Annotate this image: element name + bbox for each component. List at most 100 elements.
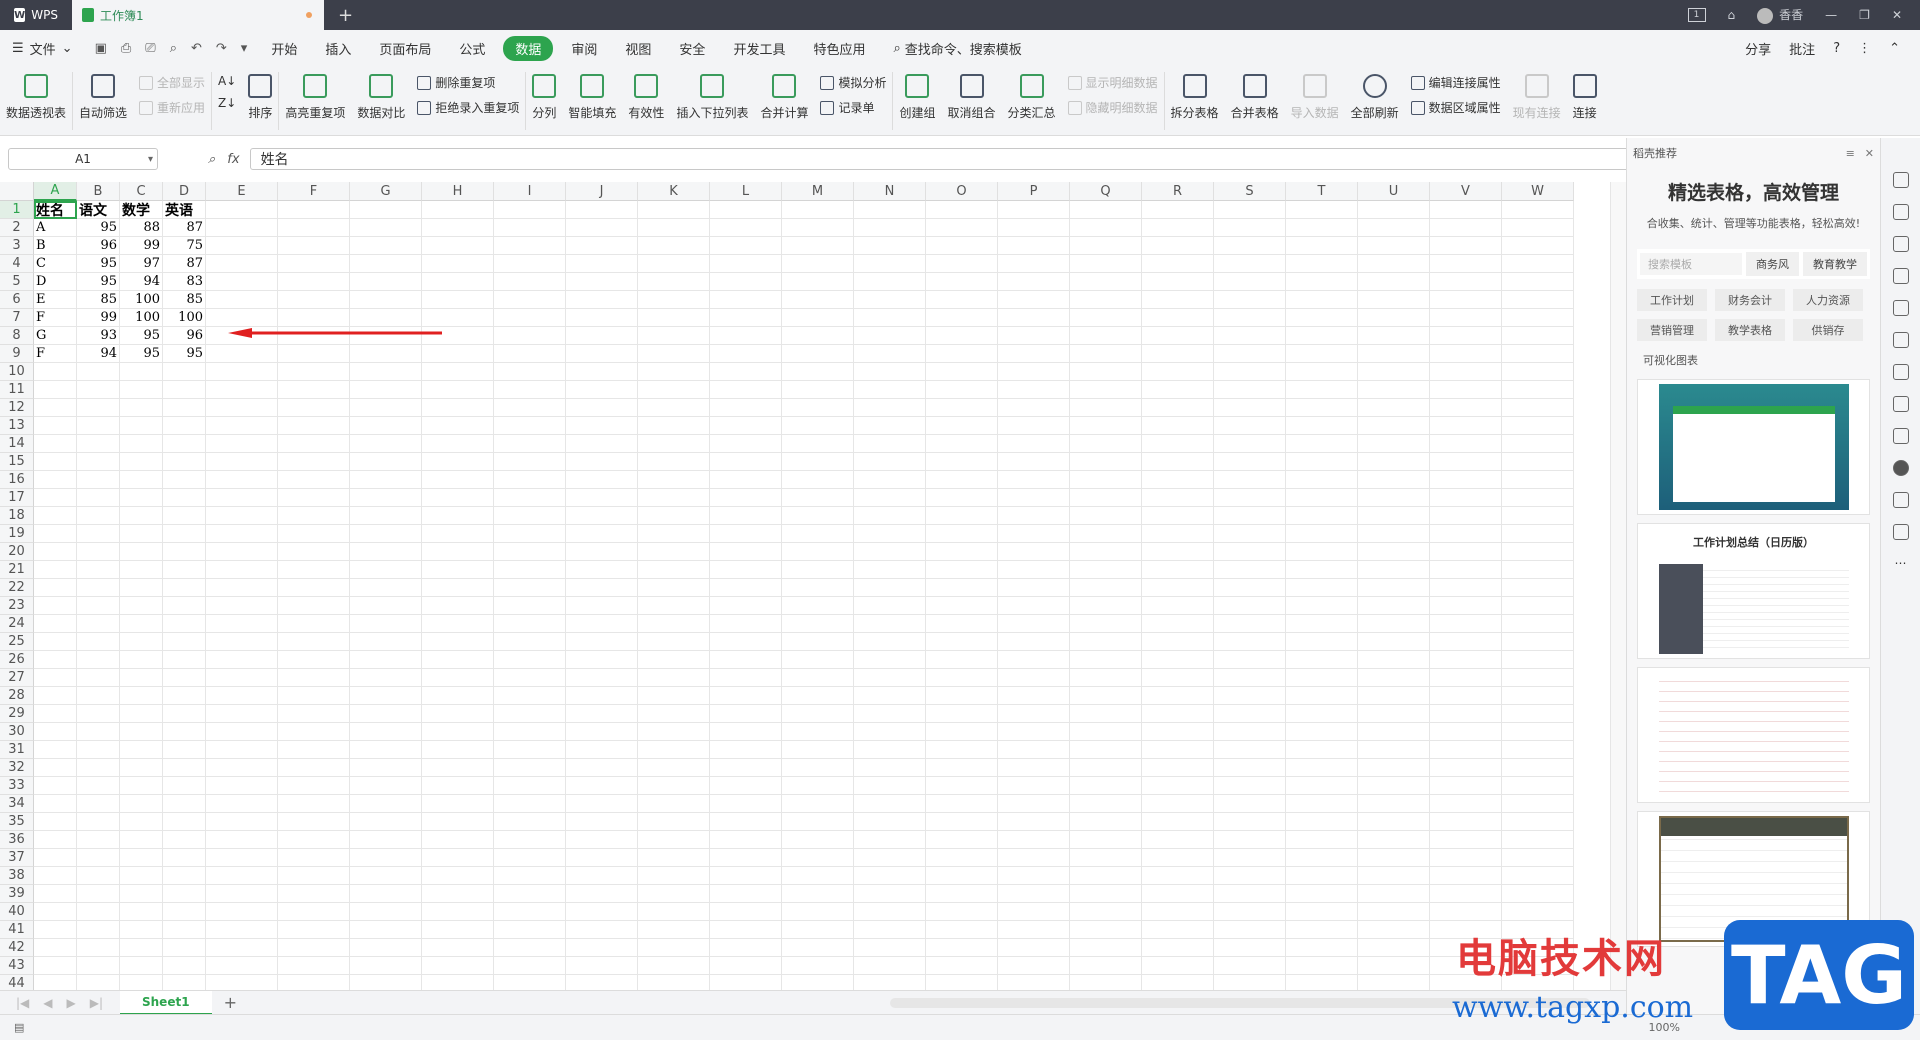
archive-icon[interactable] — [1892, 396, 1909, 412]
new-tab-button[interactable]: + — [324, 5, 367, 26]
row-header[interactable]: 17 — [0, 489, 34, 507]
split-table-button[interactable]: 拆分表格 — [1165, 66, 1225, 136]
page-indicator[interactable]: 1 — [1687, 8, 1706, 22]
help-icon[interactable] — [1892, 524, 1909, 540]
column-header[interactable]: E — [206, 182, 278, 201]
column-header[interactable]: V — [1430, 182, 1502, 201]
column-header[interactable]: A — [34, 182, 77, 201]
name-box[interactable]: A1 — [8, 148, 158, 170]
table-cell[interactable]: 83 — [163, 273, 206, 291]
tab-insert[interactable]: 插入 — [311, 39, 365, 58]
row-header[interactable]: 26 — [0, 651, 34, 669]
vertical-scrollbar[interactable] — [1610, 182, 1626, 990]
column-header[interactable]: P — [998, 182, 1070, 201]
column-header[interactable]: G — [350, 182, 422, 201]
row-header[interactable]: 3 — [0, 237, 34, 255]
tag-education[interactable]: 教育教学 — [1803, 252, 1867, 276]
column-header[interactable]: H — [422, 182, 494, 201]
row-header[interactable]: 24 — [0, 615, 34, 633]
table-cell[interactable]: 93 — [77, 327, 120, 345]
subtotal-button[interactable]: 分类汇总 — [1002, 66, 1062, 136]
row-header[interactable]: 2 — [0, 219, 34, 237]
row-header[interactable]: 29 — [0, 705, 34, 723]
table-cell[interactable]: 85 — [163, 291, 206, 309]
table-cell[interactable]: A — [34, 219, 77, 237]
column-header[interactable]: C — [120, 182, 163, 201]
skin-icon[interactable]: ⌂ — [1728, 8, 1736, 22]
row-header[interactable]: 39 — [0, 885, 34, 903]
spreadsheet-grid[interactable]: A B C D E F G H I J K L M N O P Q R S T U V W 1 2 3 4 5 6 7 8 9 10 11 12 13… — [0, 182, 1610, 990]
add-sheet-button[interactable]: + — [212, 993, 249, 1012]
tab-review[interactable]: 审阅 — [557, 39, 611, 58]
table-cell[interactable]: 87 — [163, 255, 206, 273]
panel-header[interactable]: 稻壳推荐 — [1633, 145, 1677, 161]
table-cell[interactable]: 94 — [77, 345, 120, 363]
row-header[interactable]: 16 — [0, 471, 34, 489]
row-header[interactable]: 32 — [0, 759, 34, 777]
history-icon[interactable] — [1892, 492, 1909, 508]
show-all-button[interactable]: 全部显示 — [139, 74, 205, 91]
row-header[interactable]: 1 — [0, 201, 34, 219]
header-cell[interactable]: 姓名 — [34, 201, 77, 219]
table-icon[interactable] — [1892, 268, 1909, 284]
row-header[interactable]: 19 — [0, 525, 34, 543]
table-cell[interactable]: 95 — [163, 345, 206, 363]
help-button[interactable]: ? — [1833, 41, 1840, 56]
table-cell[interactable]: 95 — [120, 345, 163, 363]
insert-dropdown-button[interactable]: 插入下拉列表 — [670, 66, 754, 136]
row-header[interactable]: 44 — [0, 975, 34, 990]
wps-home-tab[interactable]: W WPS — [0, 0, 72, 30]
tab-formula[interactable]: 公式 — [445, 39, 499, 58]
panel-menu-icon[interactable]: ≡ — [1846, 147, 1855, 160]
table-cell[interactable]: 88 — [120, 219, 163, 237]
row-header[interactable]: 35 — [0, 813, 34, 831]
file-menu[interactable]: ☰ 文件 ⌄ — [0, 39, 85, 58]
record-form-button[interactable]: 记录单 — [820, 99, 886, 116]
highlight-duplicates-button[interactable]: 高亮重复项 — [279, 66, 351, 136]
pivot-table-button[interactable]: 数据透视表 — [0, 66, 72, 136]
validity-button[interactable]: 有效性 — [622, 66, 670, 136]
refresh-all-button[interactable]: 全部刷新 — [1345, 66, 1405, 136]
data-compare-button[interactable]: 数据对比 — [351, 66, 411, 136]
cursor-icon[interactable] — [1892, 172, 1909, 188]
column-header[interactable]: I — [494, 182, 566, 201]
row-header[interactable]: 4 — [0, 255, 34, 273]
minimize-button[interactable]: — — [1825, 8, 1837, 22]
tab-page-layout[interactable]: 页面布局 — [365, 39, 445, 58]
column-header[interactable]: O — [926, 182, 998, 201]
tab-view[interactable]: 视图 — [611, 39, 665, 58]
export-pdf-icon[interactable]: ⎙ — [121, 41, 131, 56]
row-header[interactable]: 5 — [0, 273, 34, 291]
hide-detail-button[interactable]: 隐藏明细数据 — [1067, 99, 1158, 116]
row-header[interactable]: 15 — [0, 453, 34, 471]
row-header[interactable]: 12 — [0, 399, 34, 417]
column-header[interactable]: F — [278, 182, 350, 201]
row-header[interactable]: 11 — [0, 381, 34, 399]
table-cell[interactable]: 97 — [120, 255, 163, 273]
what-if-button[interactable]: 模拟分析 — [820, 74, 886, 91]
collapse-ribbon-icon[interactable]: ⌃ — [1889, 41, 1900, 56]
backup-icon[interactable] — [1892, 300, 1909, 316]
formula-input[interactable]: 姓名 — [249, 148, 1630, 170]
existing-connections-button[interactable]: 现有连接 — [1507, 66, 1567, 136]
user-account[interactable]: 香香 — [1757, 6, 1803, 24]
column-header[interactable]: Q — [1070, 182, 1142, 201]
more-icon[interactable]: ⋮ — [1858, 41, 1871, 56]
template-thumbnail[interactable] — [1637, 379, 1870, 515]
table-cell[interactable]: 95 — [77, 273, 120, 291]
ungroup-button[interactable]: 取消组合 — [942, 66, 1002, 136]
command-search[interactable]: ⌕ 查找命令、搜索模板 — [879, 39, 1035, 58]
sort-asc-button[interactable]: A↓ — [218, 74, 236, 88]
column-header[interactable]: L — [710, 182, 782, 201]
sort-desc-button[interactable]: Z↓ — [218, 96, 236, 110]
row-header[interactable]: 10 — [0, 363, 34, 381]
split-column-button[interactable]: 分列 — [526, 66, 562, 136]
row-header[interactable]: 28 — [0, 687, 34, 705]
column-header[interactable]: B — [77, 182, 120, 201]
last-sheet-icon[interactable]: ▶| — [90, 996, 103, 1010]
row-header[interactable]: 14 — [0, 435, 34, 453]
customize-icon[interactable]: ▾ — [241, 41, 248, 56]
column-header[interactable]: R — [1142, 182, 1214, 201]
header-cell[interactable]: 英语 — [163, 201, 206, 219]
row-header[interactable]: 18 — [0, 507, 34, 525]
